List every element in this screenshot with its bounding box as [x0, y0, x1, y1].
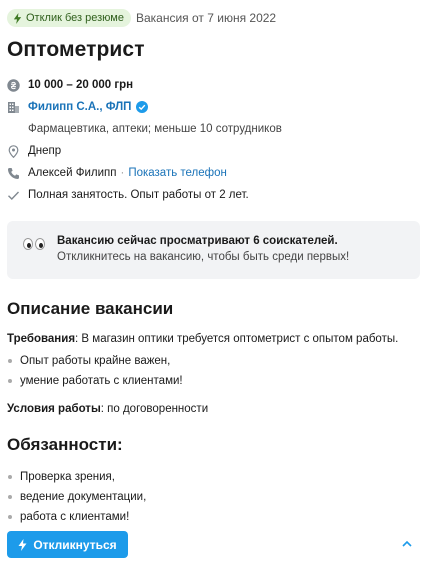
- city-row: Днепр: [7, 140, 421, 162]
- list-item: ведение документации,: [7, 487, 421, 507]
- building-icon: [7, 100, 20, 114]
- list-item: Проверка зрения,: [7, 467, 421, 487]
- employment: Полная занятость. Опыт работы от 2 лет.: [28, 189, 249, 201]
- description-heading: Описание вакансии: [7, 299, 174, 318]
- company-info-text: Фармацевтика, аптеки; меньше 10 сотрудни…: [28, 123, 282, 135]
- checkmark-icon: [7, 188, 20, 202]
- notice-text: Вакансию сейчас просматривают 6 соискате…: [57, 234, 349, 266]
- salary-row: 10 000 – 20 000 грн: [7, 74, 421, 96]
- salary: 10 000 – 20 000 грн: [28, 79, 134, 91]
- contact-name: Алексей Филипп: [28, 167, 117, 179]
- company-link[interactable]: Филипп С.А., ФЛП: [28, 101, 131, 113]
- eyes-icon: [23, 238, 45, 250]
- conditions-label: Условия работы: [7, 403, 101, 415]
- list-item: Опыт работы крайне важен,: [7, 351, 421, 371]
- requirements-label: Требования: [7, 333, 76, 345]
- contact-row: Алексей Филипп · Показать телефон: [7, 162, 421, 184]
- hryvnia-coin-icon: [7, 78, 20, 92]
- duties-heading: Обязанности:: [7, 435, 123, 454]
- phone-icon: [7, 166, 20, 180]
- lightning-icon: [13, 12, 22, 24]
- vacancy-meta: Отклик без резюме Вакансия от 7 июня 202…: [7, 8, 421, 28]
- vacancy-page: Отклик без резюме Вакансия от 7 июня 202…: [0, 0, 421, 527]
- conditions: Условия работы: по договоренности: [7, 401, 421, 417]
- list-item: работа с клиентами!: [7, 507, 421, 527]
- notice-subtitle: Откликнитесь на вакансию, чтобы быть сре…: [57, 251, 350, 263]
- show-phone-link[interactable]: Показать телефон: [128, 167, 227, 179]
- apply-label: Откликнуться: [33, 537, 117, 552]
- location-pin-icon: [7, 144, 20, 158]
- posted-date: Вакансия от 7 июня 2022: [135, 11, 277, 25]
- lightning-icon: [18, 538, 27, 551]
- list-item: умение работать с клиентами!: [7, 371, 421, 391]
- requirements-list: Опыт работы крайне важен, умение работат…: [7, 351, 421, 391]
- company-info: Фармацевтика, аптеки; меньше 10 сотрудни…: [7, 118, 421, 140]
- chevron-up-icon[interactable]: [401, 539, 413, 549]
- viewers-notice: Вакансию сейчас просматривают 6 соискате…: [7, 221, 420, 279]
- verified-check-icon: [136, 101, 149, 113]
- requirements-text: : В магазин оптики требуется оптометрист…: [75, 333, 399, 345]
- employment-row: Полная занятость. Опыт работы от 2 лет.: [7, 184, 421, 206]
- requirements: Требования: В магазин оптики требуется о…: [7, 331, 421, 347]
- conditions-text: : по договоренности: [100, 403, 209, 415]
- duties-list: Проверка зрения, ведение документации, р…: [7, 467, 421, 527]
- city: Днепр: [28, 145, 62, 157]
- company-row: Филипп С.А., ФЛП: [7, 96, 421, 118]
- notice-title: Вакансию сейчас просматривают 6 соискате…: [57, 235, 338, 247]
- page-title: Оптометрист: [7, 38, 145, 61]
- no-resume-badge: Отклик без резюме: [7, 9, 131, 27]
- apply-button[interactable]: Откликнуться: [7, 531, 128, 558]
- badge-label: Отклик без резюме: [26, 12, 124, 24]
